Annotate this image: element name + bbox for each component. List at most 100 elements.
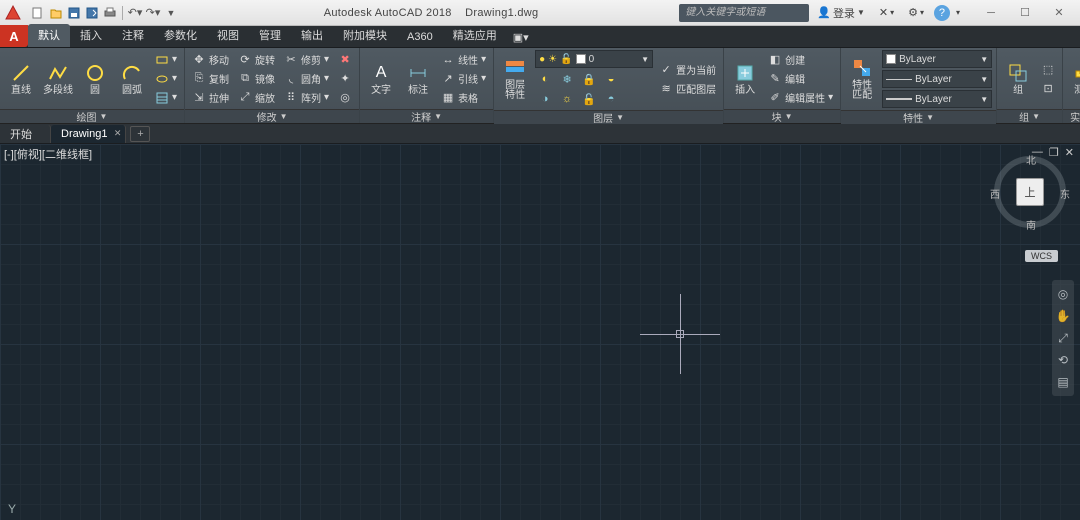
signin-button[interactable]: 👤 登录 ▼ [813, 4, 869, 22]
compass-n[interactable]: 北 [1026, 152, 1036, 167]
exchange-button[interactable]: ✕▾ [875, 5, 898, 20]
viewcube[interactable]: 北 南 东 西 上 [994, 156, 1066, 228]
circle-button[interactable]: 圆 [78, 51, 112, 107]
dimension-button[interactable]: 标注 [401, 51, 435, 107]
compass-w[interactable]: 西 [990, 186, 1000, 201]
panel-draw-title[interactable]: 绘图▼ [0, 109, 184, 123]
mirror-button[interactable]: ⧉镜像 [235, 70, 278, 88]
dwg-close-icon[interactable]: ✕ [1065, 146, 1074, 159]
ribbon-tab-addins[interactable]: 附加模块 [333, 24, 397, 47]
explode-icon[interactable]: ✦ [335, 70, 355, 88]
polyline-button[interactable]: 多段线 [41, 51, 75, 107]
edit-attr-button[interactable]: ✐编辑属性▾ [765, 89, 836, 107]
file-tab-drawing1[interactable]: Drawing1✕ [51, 125, 126, 143]
stretch-button[interactable]: ⇲拉伸 [189, 89, 232, 107]
ungroup-icon[interactable]: ⬚ [1038, 60, 1058, 78]
minimize-button[interactable]: ─ [974, 2, 1008, 24]
rectangle-icon[interactable]: ▾ [152, 51, 180, 69]
fillet-button[interactable]: ◟圆角▾ [281, 70, 332, 88]
help-search-input[interactable]: 键入关键字或短语 [679, 4, 809, 22]
ribbon-tab-a360[interactable]: A360 [397, 28, 443, 47]
offset-icon[interactable]: ◎ [335, 89, 355, 107]
group-button[interactable]: 组 [1001, 51, 1035, 107]
group-edit-icon[interactable]: ⊡ [1038, 79, 1058, 97]
hatch-icon[interactable]: ▾ [152, 89, 180, 107]
compass-e[interactable]: 东 [1060, 186, 1070, 201]
zoom-extents-icon[interactable]: ⤢ [1055, 330, 1071, 346]
move-button[interactable]: ✥移动 [189, 51, 232, 69]
array-button[interactable]: ⠿阵列▾ [281, 89, 332, 107]
panel-utilities-title[interactable]: 实用工具▼ [1063, 109, 1080, 123]
ribbon-tab-featured[interactable]: 精选应用 [443, 24, 507, 47]
ribbon-tab-output[interactable]: 输出 [291, 24, 333, 47]
ribbon-tab-view[interactable]: 视图 [207, 24, 249, 47]
layer-off-icon[interactable]: ◒ [601, 70, 621, 88]
app-menu-button[interactable]: A [0, 25, 28, 47]
rotate-button[interactable]: ⟳旋转 [235, 51, 278, 69]
layer-iso-icon[interactable]: ◐ [535, 70, 555, 88]
viewcube-face-top[interactable]: 上 [1016, 178, 1044, 206]
ribbon-tab-parametric[interactable]: 参数化 [154, 24, 207, 47]
help-button[interactable]: ? [934, 5, 950, 21]
pan-icon[interactable]: ✋ [1055, 308, 1071, 324]
ribbon-tab-annotate[interactable]: 注释 [112, 24, 154, 47]
ribbon-tab-switch-icon[interactable]: ▣▾ [507, 28, 535, 47]
panel-modify-title[interactable]: 修改▼ [185, 109, 359, 123]
text-button[interactable]: A文字 [364, 51, 398, 107]
file-tab-start[interactable]: 开始 [0, 125, 51, 143]
panel-properties-title[interactable]: 特性▼ [841, 110, 996, 124]
wcs-badge[interactable]: WCS [1025, 250, 1058, 262]
ribbon-tab-insert[interactable]: 插入 [70, 24, 112, 47]
qat-saveas-icon[interactable] [84, 5, 100, 21]
qat-undo-icon[interactable]: ↶▾ [127, 5, 143, 21]
line-button[interactable]: 直线 [4, 51, 38, 107]
panel-annotation-title[interactable]: 注释▼ [360, 109, 493, 123]
insert-block-button[interactable]: 插入 [728, 51, 762, 107]
ellipse-icon[interactable]: ▾ [152, 70, 180, 88]
viewport-label[interactable]: [-][俯视][二维线框] [4, 146, 92, 162]
qat-customize-icon[interactable]: ▼ [163, 5, 179, 21]
layer-thaw-icon[interactable]: ☼ [557, 90, 577, 108]
edit-block-button[interactable]: ✎编辑 [765, 70, 836, 88]
linear-dim-button[interactable]: ↔线性▾ [438, 51, 489, 69]
trim-button[interactable]: ✂修剪▾ [281, 51, 332, 69]
table-button[interactable]: ▦表格 [438, 89, 489, 107]
lineweight-combo[interactable]: ByLayer▼ [882, 90, 992, 108]
panel-group-title[interactable]: 组▼ [997, 109, 1062, 123]
color-combo[interactable]: ByLayer▼ [882, 50, 992, 68]
stayconnected-button[interactable]: ⚙▾ [904, 5, 928, 20]
layer-unlock-icon[interactable]: 🔓 [579, 90, 599, 108]
arc-button[interactable]: 圆弧 [115, 51, 149, 107]
ribbon-tab-default[interactable]: 默认 [28, 24, 70, 47]
match-properties-button[interactable]: 特性 匹配 [845, 51, 879, 107]
maximize-button[interactable]: ☐ [1008, 2, 1042, 24]
layer-properties-button[interactable]: 图层 特性 [498, 51, 532, 107]
layer-iso2-icon[interactable]: ◑ [535, 90, 555, 108]
qat-save-icon[interactable] [66, 5, 82, 21]
copy-button[interactable]: ⎘复制 [189, 70, 232, 88]
create-block-button[interactable]: ◧创建 [765, 51, 836, 69]
close-tab-icon[interactable]: ✕ [114, 128, 122, 139]
fullnav-wheel-icon[interactable]: ◎ [1055, 286, 1071, 302]
drawing-canvas[interactable]: [-][俯视][二维线框] — ❐ ✕ 北 南 东 西 上 WCS ◎ ✋ ⤢ … [0, 144, 1080, 520]
showmotion-icon[interactable]: ▤ [1055, 374, 1071, 390]
qat-plot-icon[interactable] [102, 5, 118, 21]
new-tab-button[interactable]: + [130, 126, 150, 142]
measure-button[interactable]: 测量 [1067, 51, 1080, 107]
match-layer-button[interactable]: ≋匹配图层 [656, 80, 719, 98]
qat-open-icon[interactable] [48, 5, 64, 21]
panel-layers-title[interactable]: 图层▼ [494, 110, 723, 124]
leader-button[interactable]: ↗引线▾ [438, 70, 489, 88]
close-button[interactable]: ✕ [1042, 2, 1076, 24]
layer-lock-icon[interactable]: 🔒 [579, 70, 599, 88]
linetype-combo[interactable]: ByLayer▼ [882, 70, 992, 88]
make-current-button[interactable]: ✓置为当前 [656, 61, 719, 79]
layer-on-icon[interactable]: ◓ [601, 90, 621, 108]
orbit-icon[interactable]: ⟲ [1055, 352, 1071, 368]
scale-button[interactable]: ⤢缩放 [235, 89, 278, 107]
erase-icon[interactable]: ✖ [335, 51, 355, 69]
layer-combo[interactable]: ● ☀ 🔓 0 ▼ [535, 50, 653, 68]
qat-new-icon[interactable] [30, 5, 46, 21]
app-logo-icon[interactable] [3, 3, 23, 23]
compass-s[interactable]: 南 [1026, 217, 1036, 232]
